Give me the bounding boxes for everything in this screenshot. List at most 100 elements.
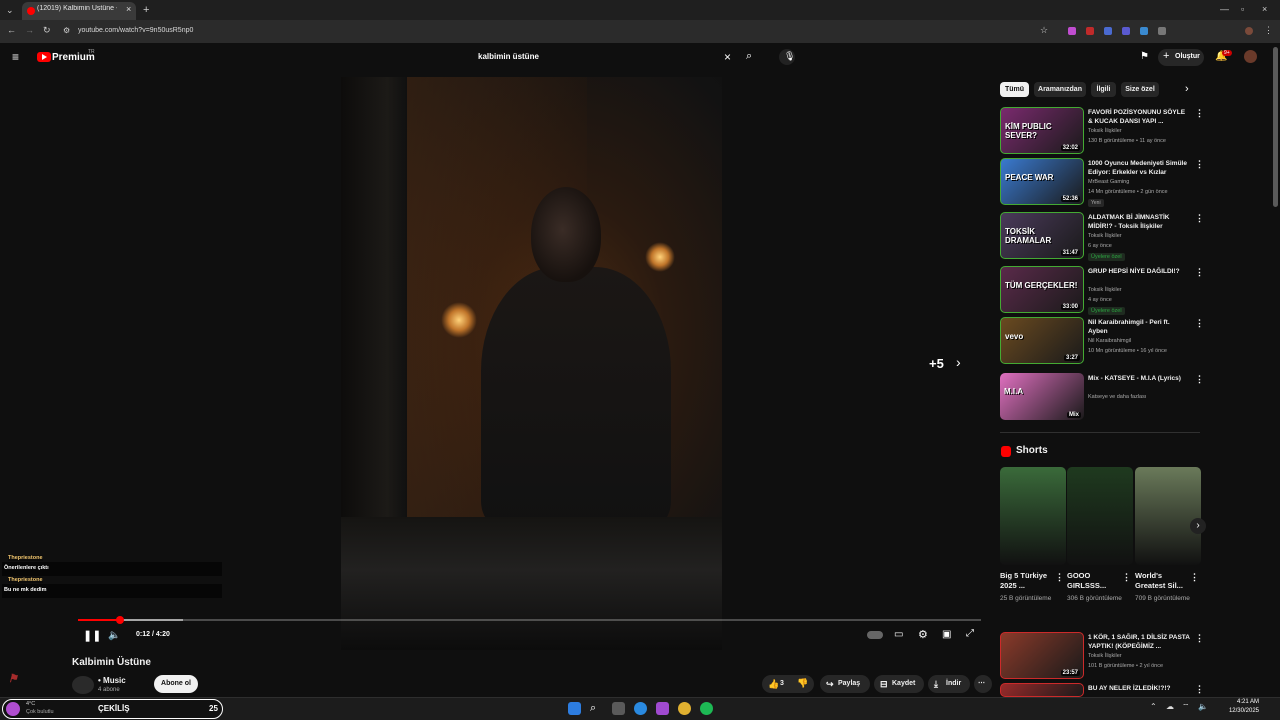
hamburger-menu-icon[interactable]: ≡ — [12, 50, 19, 64]
spotify-icon[interactable] — [700, 702, 713, 715]
autoplay-toggle[interactable] — [867, 631, 883, 639]
related-channel[interactable]: Toksik İlişkiler — [1088, 653, 1122, 659]
tray-volume-icon[interactable]: 🔈 — [1198, 702, 1208, 711]
app-icon[interactable] — [656, 702, 669, 715]
profile-avatar-icon[interactable] — [1245, 27, 1253, 35]
more-options-icon[interactable]: ⋮ — [1195, 213, 1204, 224]
video-thumbnail[interactable]: TÜM GERÇEKLER! 33:00 — [1000, 266, 1084, 313]
video-thumbnail[interactable]: vevo 3:27 — [1000, 317, 1084, 364]
shorts-next-chevron-icon[interactable]: › — [1190, 518, 1206, 534]
related-channel[interactable]: Katseye ve daha fazlası — [1088, 394, 1146, 400]
clock-date[interactable]: 12/30/2025 — [1222, 708, 1259, 714]
account-avatar[interactable] — [1244, 50, 1257, 63]
theater-mode-icon[interactable]: ▣ — [942, 629, 951, 640]
related-video-title[interactable]: 1000 Oyuncu Medeniyeti Simüle Ediyor: Er… — [1088, 159, 1190, 177]
extension-icon[interactable] — [1068, 27, 1076, 35]
more-videos-count[interactable]: +5 — [929, 356, 944, 371]
browser-tab[interactable]: (12019) Kalbimin Üstüne - × — [22, 2, 136, 20]
new-tab-icon[interactable]: + — [143, 4, 149, 16]
video-thumbnail[interactable]: KİM PUBLIC SEVER? 32:02 — [1000, 107, 1084, 154]
more-options-icon[interactable]: ⋮ — [1195, 267, 1204, 278]
subtitles-icon[interactable]: ▭ — [894, 629, 903, 640]
related-channel[interactable]: Toksik İlişkiler — [1088, 287, 1122, 293]
more-options-icon[interactable]: ⋮ — [1122, 572, 1131, 583]
reload-icon[interactable]: ↻ — [43, 25, 51, 36]
bookmark-star-icon[interactable]: ☆ — [1040, 25, 1048, 36]
video-thumbnail[interactable]: 23:57 — [1000, 632, 1084, 679]
more-options-icon[interactable]: ⋮ — [1055, 572, 1064, 583]
extension-icon[interactable] — [1122, 27, 1130, 35]
extensions-puzzle-icon[interactable] — [1158, 27, 1166, 35]
page-scrollbar[interactable] — [1273, 47, 1278, 207]
next-videos-chevron-icon[interactable]: › — [956, 354, 961, 370]
task-view-icon[interactable] — [612, 702, 625, 715]
voice-search-button[interactable]: 🎙 — [779, 49, 795, 65]
progress-bar[interactable] — [78, 619, 981, 621]
related-video-title[interactable]: 1 KÖR, 1 SAĞIR, 1 DİLSİZ PASTA YAPTIK! (… — [1088, 633, 1190, 651]
short-title[interactable]: World's Greatest Sil... — [1135, 571, 1191, 591]
extension-icon[interactable] — [1104, 27, 1112, 35]
related-video-title[interactable]: FAVORİ POZİSYONUNU SÖYLE & KUCAK DANSI Y… — [1088, 108, 1190, 126]
progress-scrubber[interactable] — [116, 616, 124, 624]
tray-chevron-icon[interactable]: ⌃ — [1150, 702, 1157, 711]
taskbar-search-icon[interactable]: ⌕ — [590, 702, 603, 715]
pause-icon[interactable]: ❚❚ — [83, 629, 101, 642]
chip-for-you[interactable]: Size özel — [1121, 82, 1159, 97]
related-channel[interactable]: Nil Karaibrahimgil — [1088, 338, 1131, 344]
share-button[interactable]: ↪ Paylaş — [820, 675, 870, 693]
extension-icon[interactable] — [1140, 27, 1148, 35]
search-icon[interactable]: ⌕ — [746, 50, 752, 63]
video-thumbnail[interactable]: TOKSİK DRAMALAR 31:47 — [1000, 212, 1084, 259]
back-icon[interactable]: ← — [7, 25, 16, 35]
youtube-logo-icon[interactable] — [37, 52, 51, 62]
related-channel[interactable]: Toksik İlişkiler — [1088, 233, 1122, 239]
maximize-icon[interactable]: ▫ — [1241, 4, 1244, 14]
more-options-icon[interactable]: ⋮ — [1195, 108, 1204, 119]
chip-all[interactable]: Tümü — [1000, 82, 1029, 97]
short-thumbnail[interactable] — [1135, 467, 1201, 565]
more-options-icon[interactable]: ⋮ — [1190, 572, 1199, 583]
volume-icon[interactable]: 🔈 — [108, 630, 120, 641]
related-video-title[interactable]: GRUP HEPSİ NİYE DAĞILDI!? — [1088, 267, 1190, 276]
tab-list-icon[interactable]: ⌄ — [6, 5, 14, 16]
more-options-icon[interactable]: ⋮ — [1195, 318, 1204, 329]
video-thumbnail[interactable]: M.I.A Mix — [1000, 373, 1084, 420]
more-options-icon[interactable]: ⋮ — [1195, 159, 1204, 170]
related-video-title[interactable]: BU AY NELER İZLEDİK!?!? — [1088, 684, 1190, 693]
cast-icon[interactable]: ⚑ — [1140, 51, 1149, 62]
edge-browser-icon[interactable] — [634, 702, 647, 715]
fullscreen-icon[interactable]: ⤢ — [966, 628, 974, 639]
search-input[interactable]: kalbimin üstüne — [478, 52, 539, 61]
browser-menu-icon[interactable]: ⋮ — [1264, 25, 1273, 36]
chip-related[interactable]: İlgili — [1091, 82, 1116, 97]
tray-wifi-icon[interactable]: ⌔ — [1182, 702, 1190, 712]
subscribe-button[interactable]: Abone ol — [154, 675, 198, 693]
related-channel[interactable]: MrBeast Gaming — [1088, 179, 1129, 185]
download-button[interactable]: ⤓ İndir — [928, 675, 970, 693]
channel-name[interactable]: • Music — [98, 676, 126, 685]
minimize-icon[interactable]: — — [1220, 4, 1229, 14]
extension-icon[interactable] — [1086, 27, 1094, 35]
chips-next-chevron-icon[interactable]: › — [1185, 83, 1189, 95]
tray-cloud-icon[interactable]: ☁ — [1166, 702, 1174, 711]
clear-search-icon[interactable]: × — [724, 50, 731, 64]
video-thumbnail[interactable] — [1000, 683, 1084, 697]
site-info-icon[interactable]: ⚙ — [63, 26, 70, 35]
url-field[interactable]: youtube.com/watch?v=9n50usR5np0 — [78, 27, 193, 34]
more-options-icon[interactable]: ⋮ — [1195, 684, 1204, 695]
channel-avatar[interactable] — [72, 676, 94, 694]
tab-close-icon[interactable]: × — [126, 4, 131, 14]
related-channel[interactable]: Toksik İlişkiler — [1088, 128, 1122, 134]
short-title[interactable]: Big 5 Türkiye 2025 ... — [1000, 571, 1056, 591]
related-video-title[interactable]: Mix - KATSEYE - M.I.A (Lyrics) — [1088, 374, 1190, 383]
more-options-icon[interactable]: ⋮ — [1195, 374, 1204, 385]
windows-start-icon[interactable] — [568, 702, 581, 715]
more-actions-button[interactable]: ⋯ — [974, 675, 992, 693]
short-thumbnail[interactable] — [1000, 467, 1066, 565]
thumbs-down-icon[interactable]: 👎 — [797, 678, 808, 689]
create-button[interactable]: + Oluştur — [1158, 49, 1204, 66]
related-video-title[interactable]: Nil Karaibrahimgil - Peri ft. Ayben — [1088, 318, 1190, 336]
window-close-icon[interactable]: × — [1262, 4, 1267, 14]
forward-icon[interactable]: → — [25, 25, 34, 35]
short-title[interactable]: GOOO GIRLSSS... — [1067, 571, 1123, 591]
